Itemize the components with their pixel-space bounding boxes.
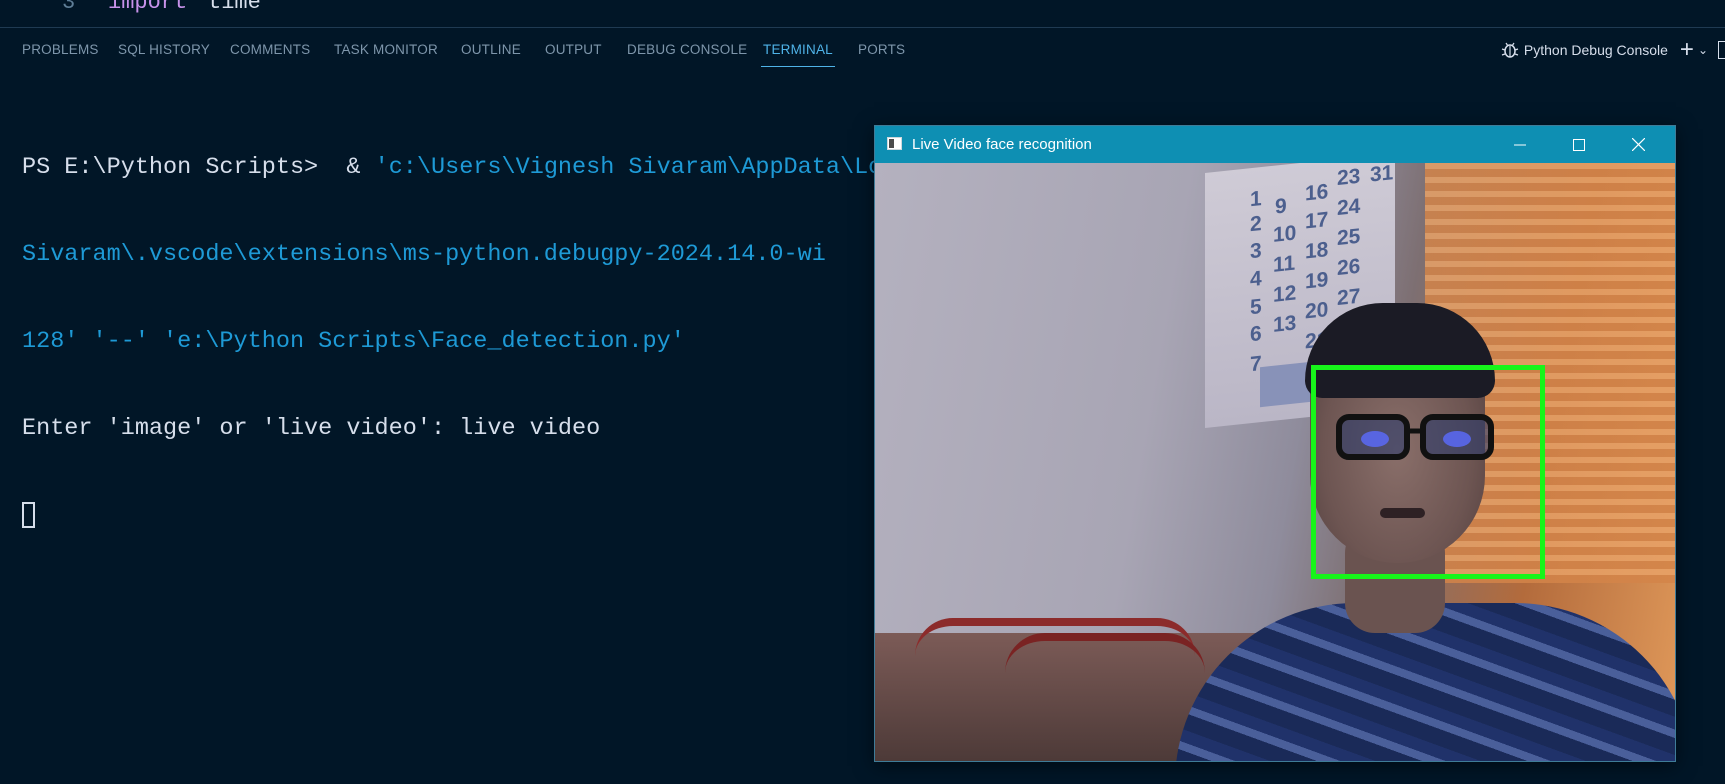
plus-icon[interactable]: + — [1680, 38, 1694, 62]
editor-code-line: 3 import time — [0, 0, 1725, 16]
face-detection-box — [1311, 365, 1545, 579]
line-number: 3 — [62, 0, 76, 15]
calendar-number: 13 — [1273, 311, 1297, 337]
calendar-number: 31 — [1370, 163, 1394, 187]
tab-problems[interactable]: PROBLEMS — [22, 42, 99, 57]
tab-terminal[interactable]: TERMINAL — [761, 42, 835, 67]
close-icon — [1631, 138, 1645, 151]
calendar-number: 26 — [1337, 254, 1361, 281]
debug-icon — [1501, 42, 1519, 58]
calendar-number: 4 — [1250, 267, 1262, 292]
panel-tab-bar: PROBLEMS SQL HISTORY COMMENTS TASK MONIT… — [0, 28, 1725, 74]
calendar-number: 6 — [1250, 322, 1262, 347]
live-video-window[interactable]: Live Video face recognition 1 9 16 23 31… — [874, 125, 1676, 762]
calendar-number: 11 — [1273, 251, 1296, 277]
code-identifier: time — [208, 0, 261, 15]
maximize-icon — [1573, 138, 1585, 151]
window-title: Live Video face recognition — [912, 136, 1092, 153]
terminal-amp: & — [346, 154, 361, 181]
calendar-number: 24 — [1337, 194, 1361, 221]
terminal-selector-label[interactable]: Python Debug Console — [1524, 42, 1668, 58]
calendar-number: 20 — [1305, 298, 1329, 324]
calendar-number: 23 — [1337, 164, 1361, 191]
tab-sql-history[interactable]: SQL HISTORY — [118, 42, 210, 57]
chevron-down-icon[interactable]: ⌄ — [1698, 43, 1708, 57]
video-frame: 1 9 16 23 31 2 10 17 24 3 11 18 25 4 12 … — [875, 163, 1675, 761]
terminal-path-line2: Sivaram\.vscode\extensions\ms-python.deb… — [22, 241, 826, 268]
calendar-number: 18 — [1305, 238, 1329, 264]
tab-ports[interactable]: PORTS — [858, 42, 905, 57]
tab-debug-console[interactable]: DEBUG CONSOLE — [627, 42, 747, 57]
calendar-number: 19 — [1305, 268, 1329, 294]
calendar-number: 3 — [1250, 239, 1262, 264]
terminal-prompt: PS E:\Python Scripts> — [22, 154, 319, 181]
tab-comments[interactable]: COMMENTS — [230, 42, 310, 57]
calendar-number: 9 — [1275, 194, 1287, 219]
calendar-number: 2 — [1250, 212, 1262, 237]
calendar-number: 16 — [1305, 180, 1329, 206]
close-button[interactable] — [1609, 126, 1667, 163]
window-title-bar[interactable]: Live Video face recognition — [875, 126, 1675, 163]
maximize-button[interactable] — [1550, 126, 1608, 163]
calendar-number: 1 — [1250, 187, 1262, 212]
split-terminal-icon[interactable] — [1718, 41, 1725, 59]
minimize-icon — [1514, 144, 1526, 145]
tab-task-monitor[interactable]: TASK MONITOR — [334, 42, 438, 57]
code-keyword: import — [108, 0, 188, 15]
calendar-number: 10 — [1273, 221, 1297, 247]
chair-rail — [1005, 633, 1205, 681]
terminal-cursor — [22, 501, 35, 528]
calendar-number: 17 — [1305, 208, 1329, 234]
calendar-number: 25 — [1337, 224, 1361, 251]
minimize-button[interactable] — [1491, 126, 1549, 163]
calendar-number: 12 — [1273, 281, 1297, 307]
calendar-number: 5 — [1250, 295, 1262, 320]
terminal-selector-area: Python Debug Console + ⌄ — [1500, 38, 1725, 62]
app-window-icon — [887, 137, 902, 150]
tab-outline[interactable]: OUTLINE — [461, 42, 521, 57]
tab-output[interactable]: OUTPUT — [545, 42, 602, 57]
